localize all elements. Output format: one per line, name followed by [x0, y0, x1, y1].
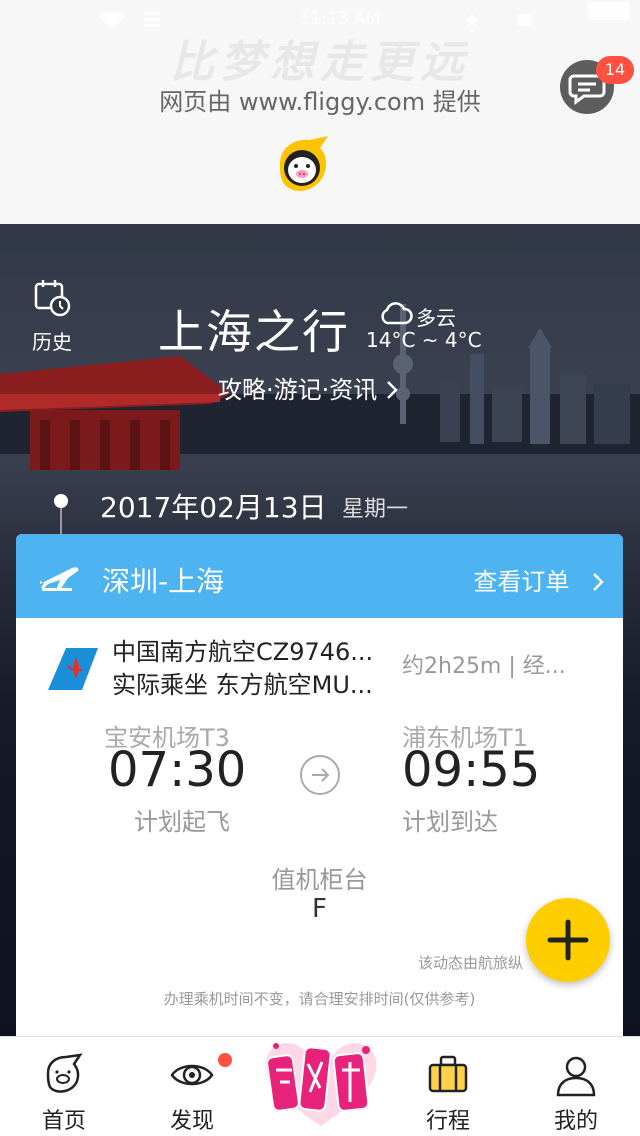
trip-weekday: 星期一	[342, 497, 409, 522]
departure-label: 计划起飞	[134, 808, 230, 836]
tab-home[interactable]: 首页	[14, 1037, 114, 1136]
calendar-clock-icon	[34, 280, 71, 317]
shanghai-skyline-image	[0, 304, 640, 470]
actual-carrier: 实际乘坐 东方航空MU...	[112, 671, 373, 699]
trip-date: 2017年02月13日	[100, 491, 327, 524]
checkin-note: 办理乘机时间不变，请合理安排时间(仅供参考)	[163, 990, 476, 1008]
view-order-link[interactable]: 查看订单	[473, 562, 605, 597]
flight-number: 中国南方航空CZ9746...	[112, 638, 374, 666]
eye-icon	[170, 1064, 214, 1086]
message-count-badge: 14	[596, 56, 634, 84]
timeline-line	[60, 508, 62, 534]
guide-link-label: 攻略·游记·资讯	[218, 376, 378, 404]
pig-icon	[46, 1053, 83, 1093]
fliggy-logo-icon	[280, 136, 328, 191]
browser-provider-header: 11:13 AM 比梦想走更远 网页由 www.fliggy.com 提供	[0, 0, 640, 224]
plus-icon	[547, 919, 589, 961]
checkin-counter-title: 值机柜台	[271, 866, 368, 894]
valentines-day-tab-icon[interactable]	[256, 1030, 386, 1134]
history-label: 历史	[32, 330, 72, 354]
history-button[interactable]: 历史	[22, 278, 82, 355]
tab-trips[interactable]: 行程	[398, 1037, 498, 1136]
arrival-label: 计划到达	[402, 808, 498, 836]
tab-discover[interactable]: 发现	[142, 1037, 242, 1136]
person-icon	[556, 1056, 596, 1097]
flight-duration: 约2h25m | 经...	[402, 654, 566, 679]
battery-icon	[588, 2, 630, 20]
guide-link[interactable]: 攻略·游记·资讯	[218, 370, 399, 405]
slogan: 比梦想走更远	[170, 37, 470, 88]
discover-notification-dot	[218, 1053, 232, 1067]
suitcase-icon	[428, 1055, 468, 1093]
timeline-dot	[54, 494, 68, 508]
trip-title: 上海之行	[158, 305, 350, 359]
china-southern-logo-icon	[48, 648, 98, 690]
arrival-time: 09:55	[402, 742, 541, 798]
view-order-label: 查看订单	[473, 568, 570, 596]
route-bar[interactable]: 深圳-上海 查看订单	[16, 534, 623, 618]
chevron-right-icon	[593, 573, 604, 591]
arrow-right-circle-icon	[300, 755, 340, 795]
route-label: 深圳-上海	[102, 565, 225, 598]
tab-mine[interactable]: 我的	[526, 1037, 626, 1136]
cloud-icon	[381, 302, 413, 325]
tab-mine-label: 我的	[553, 1109, 598, 1134]
departure-time: 07:30	[108, 742, 247, 798]
airplane-icon	[40, 567, 79, 591]
tab-home-label: 首页	[41, 1109, 86, 1134]
weather-temperature: 14°C ~ 4°C	[366, 328, 482, 352]
provider-text: 网页由 www.fliggy.com 提供	[159, 88, 481, 116]
add-trip-button[interactable]	[526, 898, 610, 982]
chevron-right-icon	[387, 381, 398, 399]
tab-trips-label: 行程	[425, 1109, 470, 1134]
weather-condition: 多云	[416, 306, 456, 330]
tab-discover-label: 发现	[169, 1109, 214, 1134]
